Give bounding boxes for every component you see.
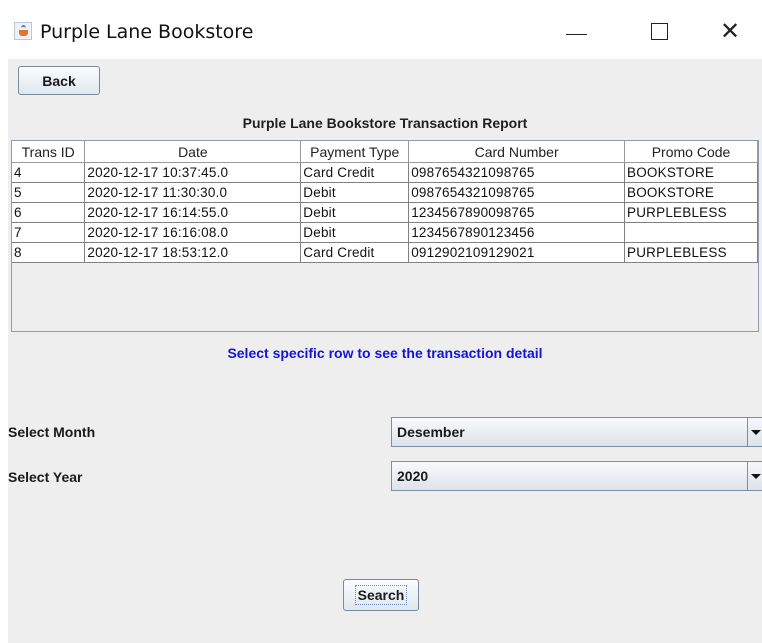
month-select-value: Desember xyxy=(397,424,465,440)
column-header-date[interactable]: Date xyxy=(84,141,302,163)
table-row[interactable]: 5 2020-12-17 11:30:30.0 Debit 0987654321… xyxy=(12,182,758,203)
column-header-promo-code[interactable]: Promo Code xyxy=(624,141,758,163)
cell-payment-type: Debit xyxy=(300,202,410,223)
cell-promo-code: PURPLEBLESS xyxy=(624,202,758,223)
chevron-down-icon[interactable] xyxy=(747,462,762,490)
main-panel: Back Purple Lane Bookstore Transaction R… xyxy=(8,59,762,643)
cell-trans-id: 6 xyxy=(12,202,86,223)
search-button[interactable]: Search xyxy=(343,579,419,611)
close-icon[interactable]: ✕ xyxy=(710,14,750,48)
cell-promo-code: PURPLEBLESS xyxy=(624,242,758,263)
cell-promo-code: BOOKSTORE xyxy=(624,162,758,183)
back-button[interactable]: Back xyxy=(18,66,100,95)
table-row[interactable]: 6 2020-12-17 16:14:55.0 Debit 1234567890… xyxy=(12,202,758,223)
year-label: Select Year xyxy=(8,469,83,485)
report-title: Purple Lane Bookstore Transaction Report xyxy=(242,115,528,131)
cell-payment-type: Debit xyxy=(300,182,410,203)
cell-card-number: 0987654321098765 xyxy=(408,182,626,203)
title-bar: Purple Lane Bookstore ✕ xyxy=(0,0,762,59)
java-cup-icon xyxy=(14,22,32,40)
year-select[interactable]: 2020 xyxy=(391,461,762,491)
column-header-payment-type[interactable]: Payment Type xyxy=(300,141,410,163)
cell-promo-code xyxy=(624,222,758,243)
year-select-value: 2020 xyxy=(397,468,429,484)
chevron-down-icon[interactable] xyxy=(747,418,762,446)
cell-date: 2020-12-17 10:37:45.0 xyxy=(84,162,302,183)
month-label: Select Month xyxy=(8,424,96,440)
month-select[interactable]: Desember xyxy=(391,417,762,447)
cell-date: 2020-12-17 11:30:30.0 xyxy=(84,182,302,203)
window-title: Purple Lane Bookstore xyxy=(40,21,254,43)
cell-promo-code: BOOKSTORE xyxy=(624,182,758,203)
search-button-label: Search xyxy=(354,585,408,605)
table-header-row: Trans ID Date Payment Type Card Number P… xyxy=(12,141,758,163)
cell-trans-id: 5 xyxy=(12,182,86,203)
table-row[interactable]: 8 2020-12-17 18:53:12.0 Card Credit 0912… xyxy=(12,242,758,263)
cell-payment-type: Debit xyxy=(300,222,410,243)
table-row[interactable]: 4 2020-12-17 10:37:45.0 Card Credit 0987… xyxy=(12,162,758,183)
cell-payment-type: Card Credit xyxy=(300,242,410,263)
cell-trans-id: 7 xyxy=(12,222,86,243)
cell-date: 2020-12-17 18:53:12.0 xyxy=(84,242,302,263)
minimize-icon[interactable] xyxy=(555,14,595,48)
cell-card-number: 0912902109129021 xyxy=(408,242,626,263)
cell-date: 2020-12-17 16:14:55.0 xyxy=(84,202,302,223)
cell-card-number: 1234567890123456 xyxy=(408,222,626,243)
cell-payment-type: Card Credit xyxy=(300,162,410,183)
cell-card-number: 0987654321098765 xyxy=(408,162,626,183)
transaction-table[interactable]: Trans ID Date Payment Type Card Number P… xyxy=(12,141,758,263)
column-header-trans-id[interactable]: Trans ID xyxy=(12,141,86,163)
transaction-table-scroll[interactable]: Trans ID Date Payment Type Card Number P… xyxy=(11,140,759,332)
cell-date: 2020-12-17 16:16:08.0 xyxy=(84,222,302,243)
column-header-card-number[interactable]: Card Number xyxy=(408,141,626,163)
table-row[interactable]: 7 2020-12-17 16:16:08.0 Debit 1234567890… xyxy=(12,222,758,243)
selection-hint: Select specific row to see the transacti… xyxy=(227,345,543,361)
maximize-icon[interactable] xyxy=(640,14,680,48)
cell-card-number: 1234567890098765 xyxy=(408,202,626,223)
cell-trans-id: 4 xyxy=(12,162,86,183)
cell-trans-id: 8 xyxy=(12,242,86,263)
